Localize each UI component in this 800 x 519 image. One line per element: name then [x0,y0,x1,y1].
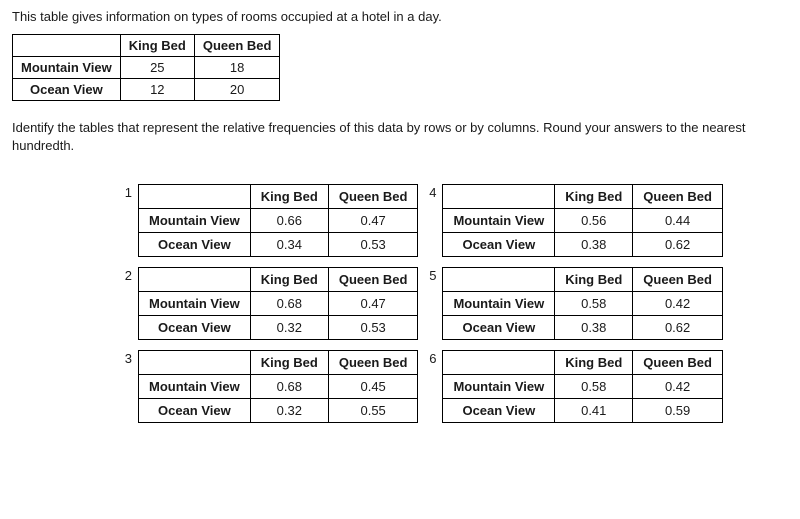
option-3[interactable]: 3 King BedQueen Bed Mountain View0.680.4… [122,350,418,423]
option-table: King BedQueen Bed Mountain View0.680.45 … [138,350,418,423]
option-number: 2 [122,268,132,283]
option-number: 5 [426,268,436,283]
options-grid: 1 King BedQueen Bed Mountain View0.660.4… [122,184,788,423]
option-number: 1 [122,185,132,200]
cell-r1c2: 18 [194,57,280,79]
row-label-ocean: Ocean View [13,79,121,101]
option-table: King BedQueen Bed Mountain View0.580.42 … [442,267,722,340]
option-number: 3 [122,351,132,366]
cell-r2c1: 12 [120,79,194,101]
option-number: 4 [426,185,436,200]
col-header-king: King Bed [120,35,194,57]
option-6[interactable]: 6 King BedQueen Bed Mountain View0.580.4… [426,350,722,423]
question-text: Identify the tables that represent the r… [12,119,788,155]
cell-r1c1: 25 [120,57,194,79]
option-2[interactable]: 2 King BedQueen Bed Mountain View0.680.4… [122,267,418,340]
row-label-mountain: Mountain View [13,57,121,79]
option-table: King BedQueen Bed Mountain View0.660.47 … [138,184,418,257]
option-table: King BedQueen Bed Mountain View0.580.42 … [442,350,722,423]
intro-text: This table gives information on types of… [12,8,788,26]
col-header-queen: Queen Bed [194,35,280,57]
option-table: King BedQueen Bed Mountain View0.560.44 … [442,184,722,257]
option-1[interactable]: 1 King BedQueen Bed Mountain View0.660.4… [122,184,418,257]
cell-r2c2: 20 [194,79,280,101]
option-4[interactable]: 4 King BedQueen Bed Mountain View0.560.4… [426,184,722,257]
option-5[interactable]: 5 King BedQueen Bed Mountain View0.580.4… [426,267,722,340]
option-table: King BedQueen Bed Mountain View0.680.47 … [138,267,418,340]
option-number: 6 [426,351,436,366]
blank-header [13,35,121,57]
main-data-table: King Bed Queen Bed Mountain View 25 18 O… [12,34,280,101]
